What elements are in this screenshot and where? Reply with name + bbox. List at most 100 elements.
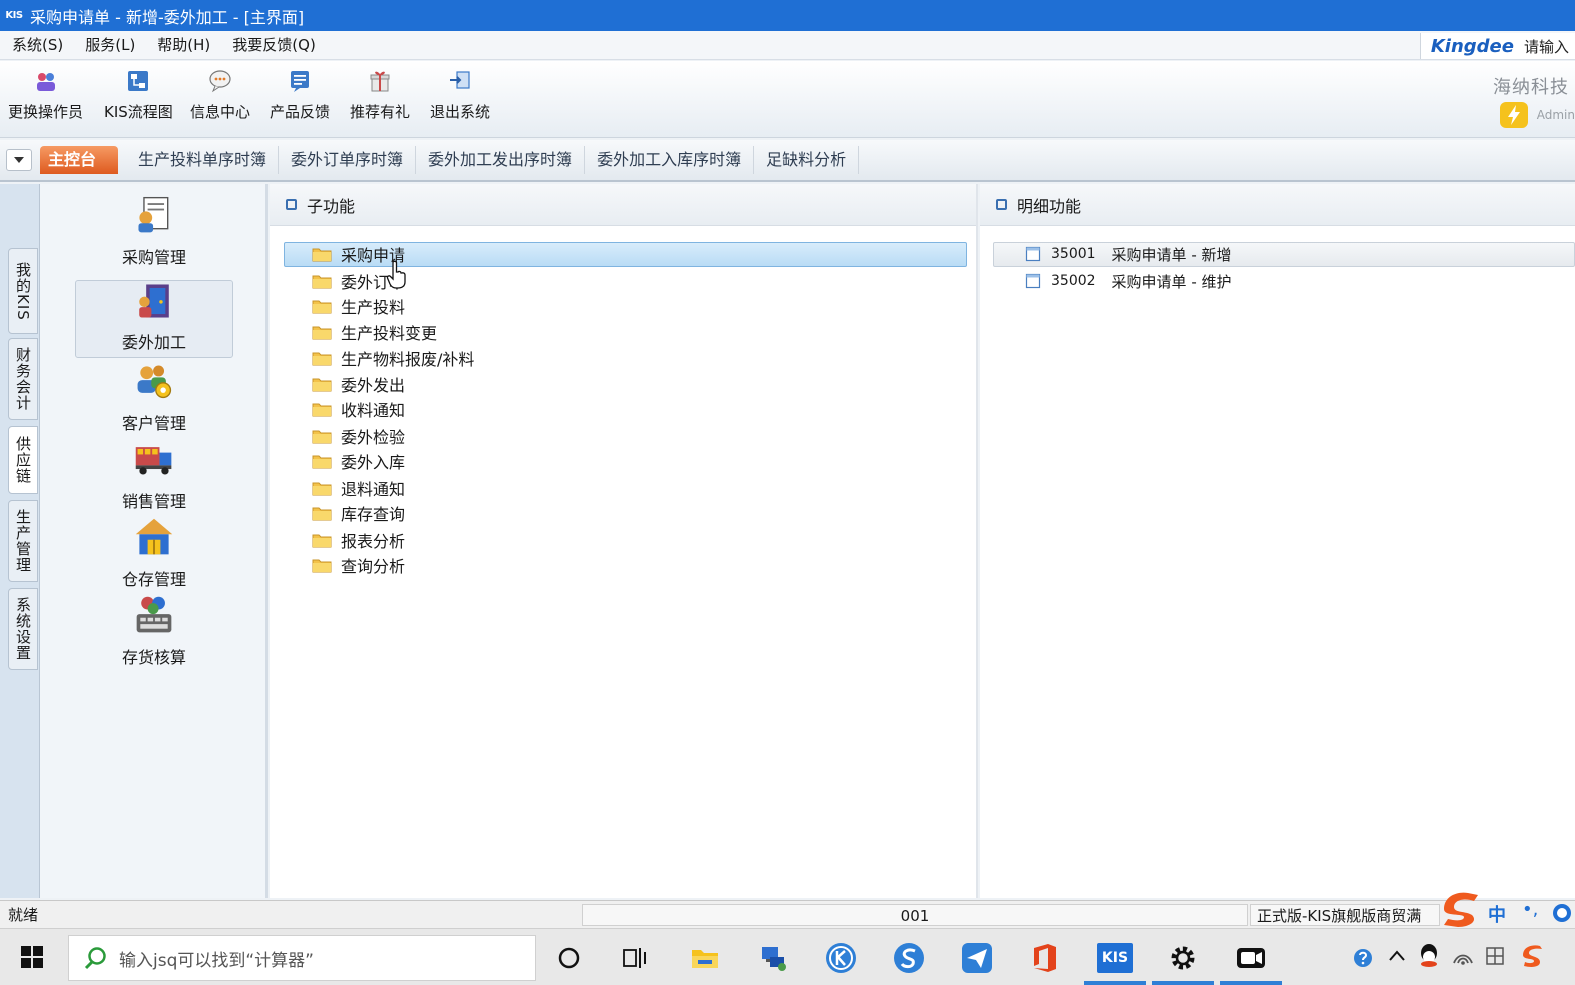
tree-item[interactable]: 生产投料变更 bbox=[312, 320, 437, 344]
windows-start-icon[interactable] bbox=[20, 945, 44, 969]
toolbar-label: 退出系统 bbox=[430, 103, 491, 121]
tab-dropdown-button[interactable] bbox=[6, 149, 32, 171]
brand-area: Kingdee 请输入 bbox=[1419, 33, 1575, 59]
vtab-supply-chain[interactable]: 供应链 bbox=[8, 426, 38, 494]
cortana-button[interactable] bbox=[550, 939, 588, 977]
tree-item[interactable]: 委外检验 bbox=[312, 424, 405, 448]
sogou-s-icon bbox=[894, 943, 924, 973]
vtab-finance[interactable]: 财务会计 bbox=[8, 338, 38, 420]
tree-item[interactable]: 委外发出 bbox=[312, 372, 405, 396]
ime-emoji-icon[interactable] bbox=[1552, 903, 1572, 923]
ime-punctuation-icon[interactable]: •, bbox=[1522, 899, 1538, 920]
module-warehouse[interactable]: 仓存管理 bbox=[75, 516, 233, 594]
message-center-button[interactable]: 信息中心 bbox=[190, 69, 250, 131]
folder-icon bbox=[312, 403, 332, 417]
menu-help[interactable]: 帮助(H) bbox=[145, 31, 220, 60]
exit-system-button[interactable]: 退出系统 bbox=[430, 69, 490, 131]
module-outsourcing[interactable]: 委外加工 bbox=[75, 280, 233, 358]
tree-item[interactable]: 库存查询 bbox=[312, 501, 405, 525]
sogou-tray-icon[interactable] bbox=[1520, 943, 1544, 969]
folder-icon bbox=[312, 326, 332, 340]
exit-icon bbox=[450, 71, 470, 89]
menu-system[interactable]: 系统(S) bbox=[0, 31, 73, 60]
gift-icon bbox=[370, 71, 390, 92]
qq-tray-icon[interactable] bbox=[1418, 943, 1440, 969]
sales-truck-icon bbox=[135, 447, 172, 475]
message-center-icon bbox=[209, 70, 231, 93]
tree-item[interactable]: 退料通知 bbox=[312, 476, 405, 500]
help-tray-icon[interactable] bbox=[1352, 947, 1374, 969]
search-icon bbox=[84, 947, 106, 970]
vtab-production[interactable]: 生产管理 bbox=[8, 500, 38, 582]
folder-icon bbox=[312, 455, 332, 469]
detail-item-maintain-requisition[interactable]: 35002 采购申请单 - 维护 bbox=[1025, 269, 1232, 293]
sogou-ime-icon[interactable] bbox=[1440, 889, 1482, 929]
recommend-gift-button[interactable]: 推荐有礼 bbox=[350, 69, 410, 131]
ime-chinese-mode[interactable]: 中 bbox=[1488, 901, 1506, 927]
network-app-button[interactable] bbox=[754, 939, 792, 977]
tab-production-feeding[interactable]: 生产投料单序时簿 bbox=[126, 146, 280, 174]
tree-item[interactable]: 报表分析 bbox=[312, 528, 405, 552]
product-feedback-button[interactable]: 产品反馈 bbox=[270, 69, 330, 131]
tab-main-console[interactable]: 主控台 bbox=[40, 146, 119, 174]
folder-icon bbox=[312, 378, 332, 392]
folder-icon bbox=[312, 352, 332, 366]
status-account: 001 bbox=[582, 904, 1248, 926]
toolbar-label: KIS流程图 bbox=[104, 103, 173, 121]
module-customer[interactable]: 客户管理 bbox=[75, 360, 233, 438]
wifi-icon[interactable] bbox=[1452, 945, 1474, 967]
customer-icon bbox=[137, 365, 172, 399]
tab-strip: 主控台 生产投料单序时簿 委外订单序时簿 委外加工发出序时簿 委外加工入库序时簿… bbox=[0, 140, 1575, 182]
menu-service[interactable]: 服务(L) bbox=[73, 31, 145, 60]
feishu-app-button[interactable] bbox=[958, 939, 996, 977]
tab-outsourcing-dispatch[interactable]: 委外加工发出序时簿 bbox=[416, 146, 586, 174]
kis-app-button[interactable]: KIS bbox=[1096, 939, 1134, 977]
detail-function-header: 明细功能 bbox=[980, 184, 1575, 226]
tree-item[interactable]: 收料通知 bbox=[312, 397, 405, 421]
tree-item-label: 生产物料报废/补料 bbox=[341, 350, 475, 369]
toolbar-label: 产品反馈 bbox=[270, 103, 331, 121]
module-inventory-accounting[interactable]: 存货核算 bbox=[75, 594, 233, 672]
tab-outsourcing-receipt[interactable]: 委外加工入库序时簿 bbox=[585, 146, 755, 174]
taskbar-search-input[interactable]: 输入jsq可以找到“计算器” bbox=[68, 935, 536, 981]
sogou-browser-button[interactable] bbox=[890, 939, 928, 977]
task-view-button[interactable] bbox=[616, 939, 654, 977]
running-app-indicator bbox=[1152, 981, 1214, 985]
tab-shortage-analysis[interactable]: 足缺料分析 bbox=[754, 146, 860, 174]
kis-flowchart-button[interactable]: KIS流程图 bbox=[104, 69, 173, 131]
kingdee-k-icon bbox=[826, 943, 856, 973]
module-panel: 采购管理 委外加工 客户管理 销售管理 仓存管理 存货核算 bbox=[40, 184, 268, 898]
module-purchase[interactable]: 采购管理 bbox=[75, 194, 233, 272]
office-app-button[interactable] bbox=[1026, 939, 1064, 977]
brand-search-input[interactable]: 请输入 bbox=[1524, 36, 1569, 57]
sub-function-header: 子功能 bbox=[270, 184, 976, 226]
tree-item[interactable]: 委外入库 bbox=[312, 449, 405, 473]
switch-user-button[interactable]: 更换操作员 bbox=[8, 69, 83, 131]
tree-item[interactable]: 查询分析 bbox=[312, 553, 405, 577]
chevron-up-icon[interactable] bbox=[1388, 949, 1406, 963]
settings-button[interactable] bbox=[1164, 939, 1202, 977]
folder-icon bbox=[312, 534, 332, 548]
detail-item-new-requisition[interactable]: 35001 采购申请单 - 新增 bbox=[1025, 242, 1232, 266]
file-explorer-button[interactable] bbox=[686, 939, 724, 977]
menu-feedback[interactable]: 我要反馈(Q) bbox=[220, 31, 326, 60]
module-sales[interactable]: 销售管理 bbox=[75, 438, 233, 516]
video-camera-icon bbox=[1237, 948, 1265, 968]
tree-item[interactable]: 生产物料报废/补料 bbox=[312, 346, 474, 370]
folder-icon bbox=[312, 275, 332, 289]
vtab-my-kis[interactable]: 我的KIS bbox=[8, 248, 38, 334]
folder-icon bbox=[312, 507, 332, 521]
folder-icon bbox=[312, 482, 332, 496]
folder-icon bbox=[312, 430, 332, 444]
tab-outsourcing-orders[interactable]: 委外订单序时簿 bbox=[279, 146, 417, 174]
folder-icon bbox=[312, 559, 332, 573]
kingdee-app-button[interactable] bbox=[822, 939, 860, 977]
ime-tray-icon[interactable] bbox=[1484, 945, 1506, 967]
tree-item[interactable]: 生产投料 bbox=[312, 294, 405, 318]
outsourcing-icon bbox=[139, 284, 169, 318]
vtab-system-settings[interactable]: 系统设置 bbox=[8, 588, 38, 670]
flowchart-icon bbox=[128, 71, 149, 91]
screen-recorder-button[interactable] bbox=[1232, 939, 1270, 977]
window-title: 采购申请单 - 新增-委外加工 - [主界面] bbox=[30, 7, 305, 27]
switch-user-icon bbox=[36, 73, 55, 91]
